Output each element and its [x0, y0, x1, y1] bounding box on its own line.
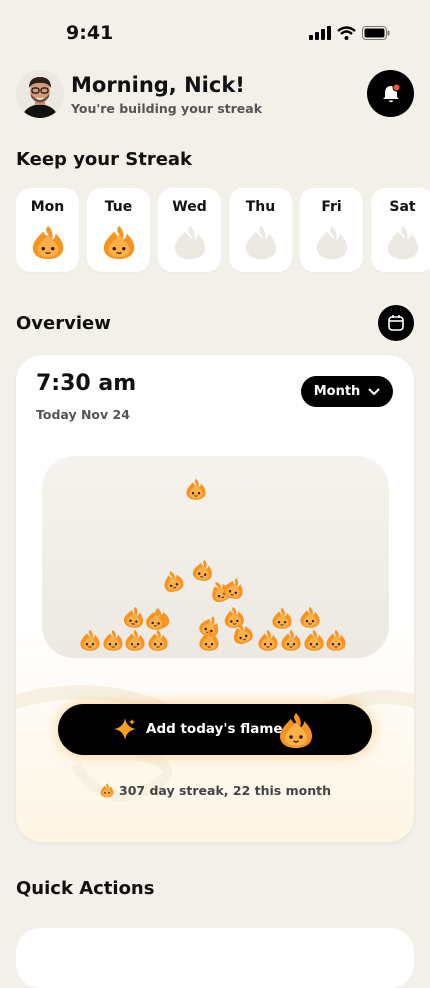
calendar-button[interactable]	[378, 305, 414, 341]
day-card-sat[interactable]: Sat	[371, 188, 430, 272]
jar-flame	[326, 629, 346, 651]
jar-flame	[272, 607, 292, 629]
day-label: Tue	[104, 199, 133, 215]
flame-jar-art	[80, 478, 346, 651]
day-card-mon[interactable]: Mon	[16, 188, 79, 272]
jar-flame	[300, 606, 320, 628]
background-swirl	[16, 685, 414, 802]
day-label: Fri	[321, 199, 342, 215]
jar-flame	[186, 478, 206, 500]
jar-flame	[123, 606, 144, 628]
day-label: Mon	[30, 199, 65, 215]
small-flame-icon	[100, 783, 114, 798]
day-label: Thu	[245, 199, 276, 215]
streak-summary: 307 day streak, 22 this month	[16, 782, 414, 798]
flame-active-icon	[103, 225, 134, 260]
profile-photo	[16, 70, 64, 118]
flame-inactive-icon	[174, 225, 205, 260]
jar-flame	[192, 559, 212, 581]
jar-flame	[224, 606, 244, 628]
jar-flame	[281, 629, 301, 651]
streak-days: Mon Tue Wed Thu Fri Sat	[16, 188, 430, 272]
quick-actions-title: Quick Actions	[16, 878, 155, 899]
notifications-button[interactable]	[367, 70, 414, 117]
quick-actions-card	[16, 928, 414, 988]
jar-flame	[164, 571, 184, 592]
jar-flame	[103, 629, 123, 651]
calendar-icon	[388, 315, 404, 331]
overview-title: Overview	[16, 313, 111, 334]
sparkle-icon	[114, 718, 136, 740]
add-flame-button[interactable]: Add today's flame	[58, 704, 372, 755]
status-time: 9:41	[66, 22, 114, 44]
flame-jar	[42, 456, 389, 658]
battery-icon	[362, 26, 390, 40]
status-icons	[309, 26, 390, 40]
add-flame-label: Add today's flame	[146, 721, 283, 737]
period-dropdown[interactable]: Month	[301, 376, 393, 407]
jar-flame	[304, 629, 324, 651]
streak-summary-text: 307 day streak, 22 this month	[119, 782, 331, 798]
day-label: Sat	[389, 199, 416, 215]
greeting-subtitle: You're building your streak	[71, 101, 263, 116]
day-card-wed[interactable]: Wed	[158, 188, 221, 272]
greeting: Morning, Nick!	[71, 73, 245, 97]
bell-icon	[382, 83, 400, 102]
flame-mascot-icon	[280, 713, 312, 748]
jar-flame	[146, 608, 166, 630]
day-label: Wed	[172, 199, 207, 215]
jar-flame	[80, 629, 100, 651]
day-card-fri[interactable]: Fri	[300, 188, 363, 272]
avatar[interactable]	[16, 70, 64, 118]
day-card-thu[interactable]: Thu	[229, 188, 292, 272]
flame-inactive-icon	[316, 225, 347, 260]
period-dropdown-value: Month	[313, 384, 361, 399]
overview-date: Today Nov 24	[36, 407, 130, 422]
day-card-tue[interactable]: Tue	[87, 188, 150, 272]
overview-card: 7:30 am Today Nov 24 Month Add today's f…	[16, 355, 414, 842]
overview-time: 7:30 am	[36, 371, 137, 396]
jar-flame	[125, 629, 145, 651]
flame-inactive-icon	[245, 225, 276, 260]
chevron-down-icon	[368, 387, 381, 395]
flame-active-icon	[32, 225, 63, 260]
wifi-icon	[337, 26, 356, 40]
streak-section-title: Keep your Streak	[16, 149, 193, 170]
jar-flame	[148, 629, 168, 651]
flame-inactive-icon	[387, 225, 418, 260]
jar-flame	[258, 629, 278, 651]
signal-icon	[309, 26, 331, 40]
